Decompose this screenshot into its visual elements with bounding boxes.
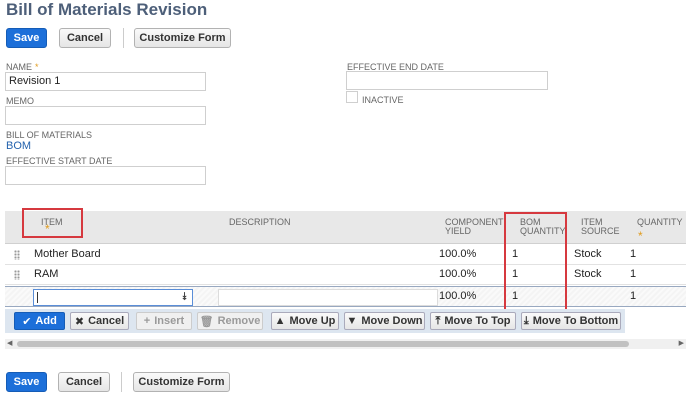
cell-quantity: 1 — [630, 268, 637, 280]
arrow-up-icon: ▲ — [274, 315, 286, 327]
move-up-button[interactable]: ▲ Move Up — [271, 312, 339, 330]
bottom-customize-form-button[interactable]: Customize Form — [133, 372, 230, 392]
bottom-cancel-button[interactable]: Cancel — [58, 372, 110, 392]
remove-label: Remove — [217, 315, 261, 327]
col-item-source-line2[interactable]: SOURCE — [581, 226, 620, 236]
grid-header: ITEM * DESCRIPTION COMPONENT YIELD BOM Q… — [5, 211, 686, 244]
move-to-top-button[interactable]: ⤒ Move To Top — [430, 312, 516, 330]
plus-icon: + — [143, 315, 151, 327]
name-label: NAME * — [6, 62, 39, 72]
cell-item: RAM — [34, 268, 59, 280]
table-row[interactable]: Mother Board 100.0% 1 Stock 1 — [5, 245, 686, 265]
bottom-toolbar-divider — [121, 372, 122, 392]
x-icon: ✖ — [74, 315, 85, 328]
move-down-button[interactable]: ▼ Move Down — [344, 312, 425, 330]
customize-form-button[interactable]: Customize Form — [134, 28, 231, 48]
cell-yield: 100.0% — [439, 268, 477, 280]
effective-end-date-input[interactable] — [346, 71, 548, 90]
cancel-button[interactable]: Cancel — [59, 28, 111, 48]
scroll-left-icon[interactable]: ◀ — [7, 339, 12, 349]
cell-quantity: 1 — [630, 248, 637, 260]
col-component-yield-line2[interactable]: YIELD — [445, 226, 471, 236]
cell-yield: 100.0% — [439, 248, 477, 260]
text-caret — [37, 292, 38, 303]
scrollbar-thumb[interactable] — [17, 341, 629, 347]
grid-cancel-button[interactable]: ✖ Cancel — [70, 312, 129, 330]
insert-button[interactable]: + Insert — [136, 312, 192, 330]
bill-of-materials-label: BILL OF MATERIALS — [6, 130, 93, 140]
cell-quantity: 1 — [630, 290, 637, 302]
horizontal-scrollbar[interactable]: ◀ ▶ — [5, 339, 686, 349]
inactive-checkbox[interactable] — [346, 91, 358, 103]
col-description[interactable]: DESCRIPTION — [229, 217, 291, 227]
arrow-to-bottom-icon: ⤓ — [523, 314, 529, 327]
quantity-required-marker: * — [638, 229, 643, 243]
double-chevron-down-icon[interactable]: ⯯ — [181, 290, 188, 305]
table-row[interactable]: RAM 100.0% 1 Stock 1 — [5, 265, 686, 285]
cell-item: Mother Board — [34, 248, 101, 260]
drag-handle-icon[interactable] — [14, 270, 20, 280]
effective-start-date-label: EFFECTIVE START DATE — [6, 156, 113, 166]
item-highlight-box — [22, 208, 83, 238]
name-input[interactable]: Revision 1 — [5, 72, 206, 91]
save-button[interactable]: Save — [6, 28, 47, 48]
move-up-label: Move Up — [289, 315, 336, 327]
drag-handle-icon[interactable] — [14, 250, 20, 260]
check-icon: ✔ — [22, 315, 32, 328]
insert-label: Insert — [154, 315, 185, 327]
move-to-bottom-button[interactable]: ⤓ Move To Bottom — [521, 312, 621, 330]
description-input[interactable] — [218, 289, 438, 306]
bill-of-materials-link[interactable]: BOM — [6, 140, 31, 152]
edit-row[interactable]: ⯯ 100.0% 1 1 — [5, 286, 686, 307]
move-to-bottom-label: Move To Bottom — [532, 315, 619, 327]
col-quantity[interactable]: QUANTITY — [637, 217, 683, 227]
move-down-label: Move Down — [361, 315, 423, 327]
bom-quantity-highlight-box — [504, 212, 567, 311]
toolbar-divider — [123, 28, 124, 48]
grid-cancel-label: Cancel — [88, 315, 125, 327]
memo-input[interactable] — [5, 106, 206, 125]
required-marker: * — [35, 62, 39, 72]
scroll-right-icon[interactable]: ▶ — [679, 339, 684, 349]
cell-item-source: Stock — [574, 248, 602, 260]
move-to-top-label: Move To Top — [444, 315, 511, 327]
remove-button[interactable]: 🗑 Remove — [197, 312, 263, 330]
effective-start-date-input[interactable] — [5, 166, 206, 185]
add-label: Add — [35, 315, 57, 327]
memo-label: MEMO — [6, 96, 34, 106]
trash-icon: 🗑 — [199, 315, 214, 328]
page-title: Bill of Materials Revision — [6, 0, 208, 19]
add-button[interactable]: ✔ Add — [14, 312, 65, 330]
cell-yield: 100.0% — [439, 290, 477, 302]
item-select-input[interactable]: ⯯ — [33, 289, 193, 306]
inactive-label: INACTIVE — [362, 95, 404, 105]
cell-item-source: Stock — [574, 268, 602, 280]
bottom-save-button[interactable]: Save — [6, 372, 47, 392]
arrow-down-icon: ▼ — [346, 315, 358, 327]
arrow-to-top-icon: ⤒ — [435, 314, 441, 327]
